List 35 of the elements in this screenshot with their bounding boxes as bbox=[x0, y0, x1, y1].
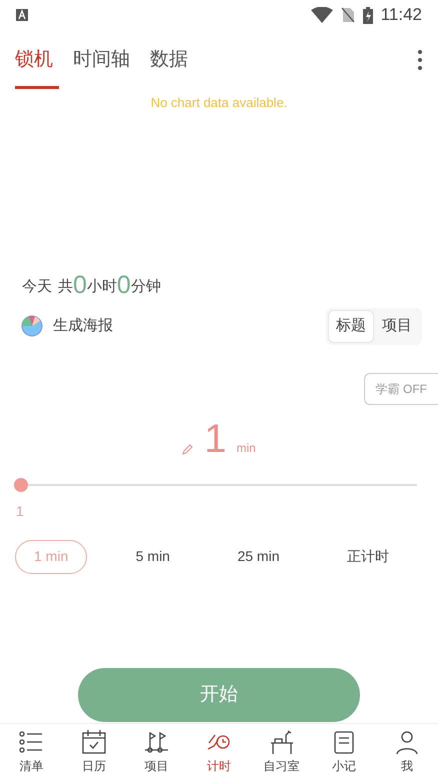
toggle-option[interactable]: 项目 bbox=[374, 310, 420, 342]
nav-item[interactable]: 项目 bbox=[125, 724, 188, 780]
list-icon bbox=[18, 729, 44, 755]
battery-charging-icon bbox=[362, 6, 373, 24]
calendar-icon bbox=[80, 729, 107, 755]
nav-item[interactable]: 清单 bbox=[0, 724, 63, 780]
chart-empty-message: No chart data available. bbox=[150, 94, 288, 112]
duration-preset[interactable]: 正计时 bbox=[328, 540, 408, 574]
nav-item[interactable]: 自习室 bbox=[250, 724, 313, 780]
more-options-icon[interactable] bbox=[418, 50, 422, 70]
no-sim-icon bbox=[340, 7, 355, 23]
person-icon bbox=[394, 729, 420, 755]
status-time: 11:42 bbox=[380, 4, 422, 26]
duration-preset[interactable]: 5 min bbox=[116, 540, 189, 574]
tab[interactable]: 锁机 bbox=[12, 30, 56, 90]
tab[interactable]: 数据 bbox=[147, 30, 191, 90]
nav-item[interactable]: 日历 bbox=[62, 724, 126, 780]
desk-lamp-icon bbox=[268, 729, 295, 755]
nav-item[interactable]: 小记 bbox=[312, 724, 376, 780]
nav-item[interactable]: 计时 bbox=[188, 724, 250, 780]
slider-thumb[interactable] bbox=[14, 478, 28, 492]
pie-chart-icon bbox=[21, 315, 43, 338]
toggle-option[interactable]: 标题 bbox=[328, 310, 374, 342]
flags-icon bbox=[143, 729, 170, 755]
edit-icon[interactable] bbox=[182, 442, 194, 454]
daily-summary: 今天 共0小时0分钟 bbox=[21, 270, 162, 298]
duration-preset[interactable]: 25 min bbox=[218, 540, 298, 574]
tab[interactable]: 时间轴 bbox=[70, 30, 133, 90]
slider-reading: 1 bbox=[16, 502, 25, 520]
nav-item[interactable]: 我 bbox=[375, 724, 438, 780]
wifi-icon bbox=[310, 7, 333, 23]
generate-poster-button[interactable]: 生成海报 bbox=[21, 315, 113, 338]
app-notification-icon bbox=[16, 9, 28, 21]
duration-unit: min bbox=[236, 440, 256, 456]
duration-value: 1 bbox=[204, 416, 226, 460]
